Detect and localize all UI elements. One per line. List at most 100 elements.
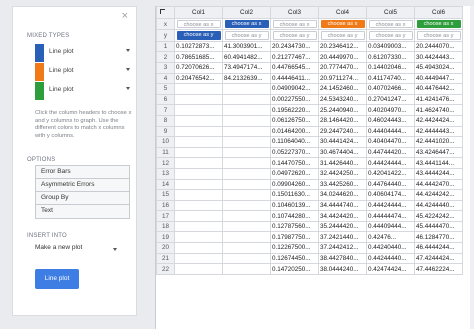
- grid-cell[interactable]: [174, 199, 223, 212]
- grid-cell[interactable]: [174, 220, 223, 233]
- grid-cell[interactable]: 20.2434730...: [270, 40, 319, 53]
- grid-cell[interactable]: [222, 242, 271, 254]
- grid-cell[interactable]: 38.4427840...: [318, 252, 367, 265]
- grid-cell[interactable]: 37.2421440...: [318, 231, 367, 244]
- grid-cell[interactable]: 0.14402046...: [366, 61, 415, 74]
- grid-cell[interactable]: 0.61207330...: [366, 51, 415, 63]
- row-number[interactable]: 11: [156, 146, 175, 159]
- grid-cell[interactable]: [174, 157, 223, 169]
- grid-cell[interactable]: 46.4444244...: [414, 242, 463, 254]
- grid-cell[interactable]: 28.1464420...: [318, 114, 367, 127]
- grid-cell[interactable]: [174, 83, 223, 95]
- grid-cell[interactable]: 0.04909042...: [270, 83, 319, 95]
- grid-cell[interactable]: 33.4425260...: [318, 178, 367, 191]
- grid-cell[interactable]: 37.2442412...: [318, 242, 367, 254]
- grid-cell[interactable]: 46.1284770...: [414, 231, 463, 244]
- grid-cell[interactable]: 20.4449970...: [318, 51, 367, 63]
- grid-cell[interactable]: 42.4441020...: [414, 136, 463, 148]
- grid-cell[interactable]: 0.15011630...: [270, 189, 319, 201]
- grid-cell[interactable]: 0.21277467...: [270, 51, 319, 63]
- close-icon[interactable]: ×: [122, 11, 128, 22]
- grid-cell[interactable]: 34.4424420...: [318, 210, 367, 222]
- grid-cell[interactable]: 42.4444443...: [414, 125, 463, 138]
- grid-cell[interactable]: 20.7774470...: [318, 61, 367, 74]
- grid-cell[interactable]: 25.2440940...: [318, 104, 367, 116]
- grid-cell[interactable]: 29.2447240...: [318, 125, 367, 138]
- row-number[interactable]: 7: [156, 104, 175, 116]
- grid-cell[interactable]: 0.17987750...: [270, 231, 319, 244]
- grid-cell[interactable]: [174, 242, 223, 254]
- column-header-col1[interactable]: Col1: [174, 6, 223, 19]
- grid-cell[interactable]: [222, 104, 271, 116]
- row-number[interactable]: 18: [156, 220, 175, 233]
- row-number[interactable]: 9: [156, 125, 175, 138]
- grid-cell[interactable]: 0.46024443...: [366, 114, 415, 127]
- row-number[interactable]: 8: [156, 114, 175, 127]
- choose-y-col4[interactable]: choose as y: [320, 31, 365, 40]
- grid-cell[interactable]: [174, 189, 223, 201]
- grid-cell[interactable]: 47.4244424...: [414, 252, 463, 265]
- grid-cell[interactable]: [174, 136, 223, 148]
- grid-cell[interactable]: 0.44240440...: [366, 242, 415, 254]
- option-error-bars[interactable]: Error Bars: [36, 166, 129, 179]
- grid-cell[interactable]: 32.4424250...: [318, 167, 367, 180]
- grid-cell[interactable]: [222, 189, 271, 201]
- grid-cell[interactable]: 0.44409444...: [366, 220, 415, 233]
- choose-y-col3[interactable]: choose as y: [272, 31, 317, 40]
- row-number[interactable]: 20: [156, 242, 175, 254]
- row-number[interactable]: 1: [156, 40, 175, 53]
- grid-cell[interactable]: 20.9711274...: [318, 72, 367, 85]
- choose-x-col5[interactable]: choose as x: [368, 20, 413, 29]
- grid-cell[interactable]: 0.44244440...: [366, 252, 415, 265]
- grid-cell[interactable]: 60.4941482...: [222, 51, 271, 63]
- grid-cell[interactable]: 0.72070626...: [174, 61, 223, 74]
- grid-cell[interactable]: 31.4426440...: [318, 157, 367, 169]
- insert-into-select[interactable]: Make a new plot: [35, 244, 117, 256]
- row-number[interactable]: 2: [156, 51, 175, 63]
- column-header-col3[interactable]: Col3: [270, 6, 319, 19]
- column-header-col5[interactable]: Col5: [366, 6, 415, 19]
- row-number[interactable]: 5: [156, 83, 175, 95]
- grid-cell[interactable]: 30.4424443...: [414, 51, 463, 63]
- grid-cell[interactable]: 0.10744280...: [270, 210, 319, 222]
- grid-cell[interactable]: 45.4943024...: [414, 61, 463, 74]
- grid-cell[interactable]: 0.44424444...: [366, 199, 415, 212]
- grid-cell[interactable]: 0.11064040...: [270, 136, 319, 148]
- grid-cell[interactable]: 0.12674450...: [270, 252, 319, 265]
- grid-cell[interactable]: 0.09904260...: [270, 178, 319, 191]
- grid-cell[interactable]: 45.4224242...: [414, 210, 463, 222]
- grid-cell[interactable]: 38.0444240...: [318, 263, 367, 275]
- grid-cell[interactable]: 0.44404444...: [366, 125, 415, 138]
- grid-cell[interactable]: [222, 136, 271, 148]
- grid-cell[interactable]: [222, 146, 271, 159]
- grid-cell[interactable]: [222, 231, 271, 244]
- choose-x-col4[interactable]: choose as x: [320, 20, 365, 29]
- option-group-by[interactable]: Group By: [36, 192, 129, 205]
- grid-cell[interactable]: 41.4241476...: [414, 93, 463, 106]
- grid-cell[interactable]: 0.41174740...: [366, 72, 415, 85]
- grid-cell[interactable]: 43.4441144...: [414, 157, 463, 169]
- row-number[interactable]: 12: [156, 157, 175, 169]
- grid-cell[interactable]: 0.40404470...: [366, 136, 415, 148]
- grid-cell[interactable]: 0.10460139...: [270, 199, 319, 212]
- choose-y-col1[interactable]: choose as y: [176, 31, 221, 40]
- grid-cell[interactable]: 43.4444244...: [414, 167, 463, 180]
- grid-cell[interactable]: [222, 157, 271, 169]
- series-select-1[interactable]: Line plot: [35, 44, 130, 62]
- grid-cell[interactable]: [174, 125, 223, 138]
- grid-cell[interactable]: 0.44424444...: [366, 157, 415, 169]
- grid-cell[interactable]: 30.4441424...: [318, 136, 367, 148]
- grid-cell[interactable]: 0.14720250...: [270, 263, 319, 275]
- select-all-corner[interactable]: [156, 6, 175, 19]
- row-number[interactable]: 15: [156, 189, 175, 201]
- line-plot-button[interactable]: Line plot: [35, 269, 79, 289]
- grid-cell[interactable]: [222, 83, 271, 95]
- option-text[interactable]: Text: [36, 205, 129, 218]
- grid-cell[interactable]: 0.42476...: [366, 231, 415, 244]
- row-number[interactable]: 16: [156, 199, 175, 212]
- grid-cell[interactable]: 0.44766545...: [270, 61, 319, 74]
- grid-cell[interactable]: 40.4476442...: [414, 83, 463, 95]
- grid-cell[interactable]: 41.3003901...: [222, 40, 271, 53]
- grid-cell[interactable]: 0.44744420...: [366, 146, 415, 159]
- choose-y-col2[interactable]: choose as y: [224, 31, 269, 40]
